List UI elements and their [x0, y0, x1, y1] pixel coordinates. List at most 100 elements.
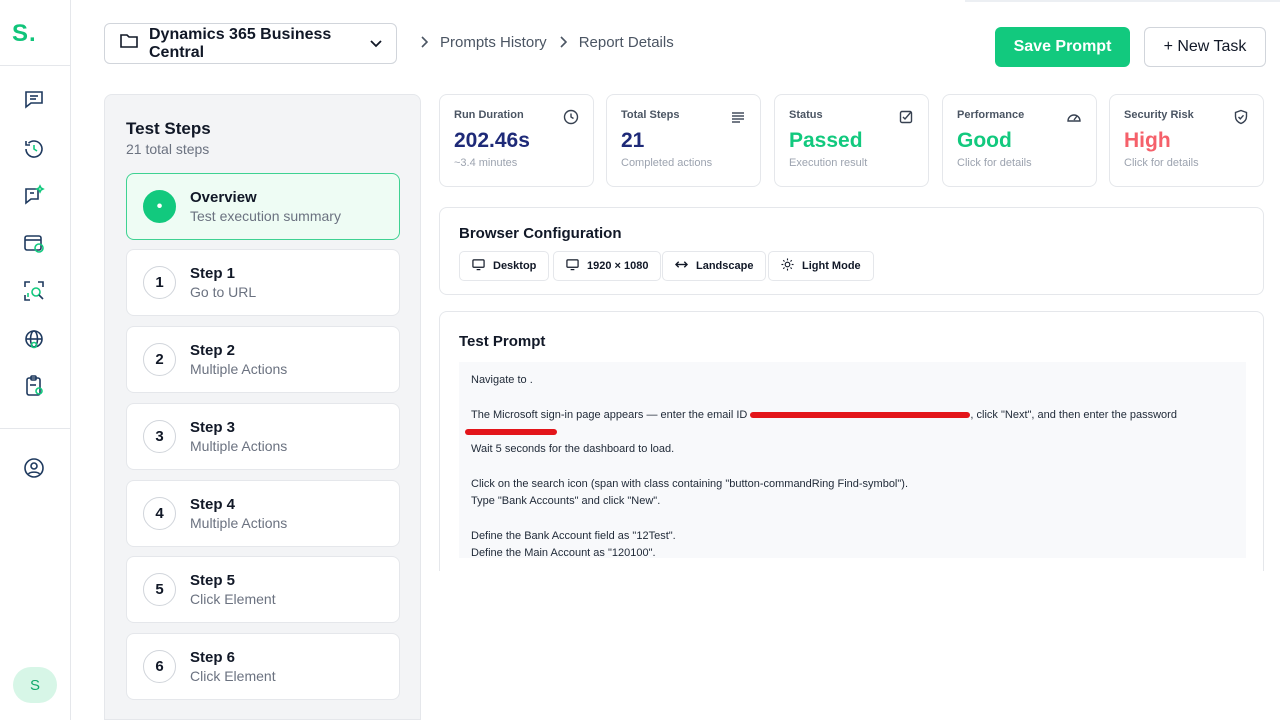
- metric-label: Total Steps: [621, 109, 680, 121]
- list-icon: [730, 109, 746, 125]
- metric-value: Passed: [789, 129, 863, 152]
- step-label: Step 6: [190, 648, 236, 666]
- step-desc: Test execution summary: [190, 207, 341, 224]
- clock-icon: [563, 109, 579, 125]
- browser-configuration-card: Browser Configuration Desktop 1920 × 108…: [439, 207, 1264, 295]
- check-square-icon: [898, 109, 914, 125]
- metric-sub: Click for details: [957, 157, 1032, 169]
- step-desc: Multiple Actions: [190, 360, 288, 377]
- metric-sub: ~3.4 minutes: [454, 157, 518, 169]
- breadcrumb-prompts-history[interactable]: Prompts History: [440, 34, 547, 51]
- schedule-icon[interactable]: [22, 231, 46, 255]
- step-label: Step 5: [190, 571, 236, 589]
- project-dropdown[interactable]: Dynamics 365 Business Central: [104, 23, 397, 64]
- step-number: 4: [143, 497, 176, 530]
- step-label: Step 4: [190, 495, 236, 513]
- project-name: Dynamics 365 Business Central: [149, 25, 332, 61]
- chevron-right-icon: [420, 35, 429, 51]
- clipboard-icon[interactable]: [22, 374, 46, 398]
- user-profile-icon[interactable]: [22, 456, 46, 480]
- chip-desktop: Desktop: [459, 251, 550, 281]
- step-item[interactable]: 6 Step 6 Click Element: [126, 633, 400, 700]
- test-prompt-card: Test Prompt Navigate to . The Microsoft …: [439, 311, 1264, 571]
- test-prompt-title: Test Prompt: [459, 333, 546, 350]
- chip-label: 1920 × 1080: [587, 260, 649, 272]
- chevron-right-icon: [559, 35, 567, 51]
- prompt-line: Wait 5 seconds for the dashboard to load…: [471, 443, 675, 456]
- metric-value: 21: [621, 129, 645, 152]
- rail-divider: [0, 65, 71, 66]
- step-item[interactable]: 1 Step 1 Go to URL: [126, 249, 400, 316]
- sun-icon: [781, 258, 794, 274]
- step-label: Overview: [190, 188, 257, 206]
- chip-label: Desktop: [493, 260, 537, 272]
- chip-label: Light Mode: [802, 260, 861, 272]
- step-label: Step 1: [190, 264, 236, 282]
- step-number: 5: [143, 573, 176, 606]
- metric-label: Performance: [957, 109, 1025, 121]
- metric-value: High: [1124, 129, 1171, 152]
- metric-sub: Completed actions: [621, 157, 713, 169]
- step-label: Step 3: [190, 418, 236, 436]
- prompt-line: Type "Bank Accounts" and click "New".: [471, 495, 661, 508]
- metric-value: 202.46s: [454, 129, 530, 152]
- chip-theme: Light Mode: [768, 251, 874, 281]
- step-desc: Multiple Actions: [190, 514, 288, 531]
- prompt-line: Define the Bank Account field as "12Test…: [471, 529, 676, 542]
- chip-resolution: 1920 × 1080: [553, 251, 662, 281]
- step-label: Step 2: [190, 341, 236, 359]
- step-overview[interactable]: • Overview Test execution summary: [126, 173, 400, 240]
- step-item[interactable]: 4 Step 4 Multiple Actions: [126, 480, 400, 547]
- step-number: 1: [143, 266, 176, 299]
- step-item[interactable]: 5 Step 5 Click Element: [126, 556, 400, 623]
- metric-security-risk[interactable]: Security Risk High Click for details: [1109, 94, 1264, 187]
- step-desc: Go to URL: [190, 283, 257, 300]
- prompt-line: The Microsoft sign-in page appears — ent…: [471, 408, 1177, 421]
- metric-performance[interactable]: Performance Good Click for details: [942, 94, 1097, 187]
- globe-icon[interactable]: [22, 327, 46, 351]
- history-icon[interactable]: [22, 137, 46, 161]
- monitor-icon: [566, 258, 579, 274]
- metric-run-duration: Run Duration 202.46s ~3.4 minutes: [439, 94, 594, 187]
- prompt-line: Navigate to .: [471, 374, 533, 386]
- chip-orientation: Landscape: [662, 251, 767, 281]
- prompt-line: Click on the search icon (span with clas…: [471, 477, 909, 490]
- test-steps-panel: Test Steps 21 total steps • Overview Tes…: [104, 94, 421, 720]
- left-rail: S. S: [0, 0, 71, 720]
- chip-label: Landscape: [696, 260, 754, 272]
- step-desc: Click Element: [190, 667, 276, 684]
- chat-icon[interactable]: [22, 87, 46, 111]
- step-number: 2: [143, 343, 176, 376]
- analytics-search-icon[interactable]: [22, 279, 46, 303]
- step-item[interactable]: 2 Step 2 Multiple Actions: [126, 326, 400, 393]
- save-prompt-button[interactable]: Save Prompt: [995, 27, 1130, 67]
- monitor-icon: [472, 258, 485, 274]
- app-logo[interactable]: S.: [12, 20, 37, 48]
- metric-sub: Execution result: [789, 157, 868, 169]
- metric-sub: Click for details: [1124, 157, 1199, 169]
- step-item[interactable]: 3 Step 3 Multiple Actions: [126, 403, 400, 470]
- prompt-text: Navigate to . The Microsoft sign-in page…: [459, 362, 1246, 558]
- steps-count: 21 total steps: [126, 141, 210, 157]
- shield-check-icon: [1233, 109, 1249, 125]
- browser-config-title: Browser Configuration: [459, 225, 622, 242]
- arrows-horizontal-icon: [674, 258, 689, 274]
- breadcrumb: Prompts History Report Details: [420, 34, 674, 51]
- step-dot-icon: •: [143, 190, 176, 223]
- ai-chat-icon[interactable]: [22, 183, 46, 207]
- metric-value: Good: [957, 129, 1012, 152]
- chevron-down-icon: [370, 35, 382, 53]
- metric-label: Security Risk: [1124, 109, 1194, 121]
- redaction-mark: [465, 428, 557, 435]
- redaction-mark: [750, 411, 971, 418]
- metric-label: Status: [789, 109, 823, 121]
- step-desc: Click Element: [190, 590, 276, 607]
- metric-label: Run Duration: [454, 109, 524, 121]
- user-avatar[interactable]: S: [13, 667, 57, 703]
- gauge-icon: [1066, 109, 1082, 125]
- new-task-button[interactable]: + New Task: [1144, 27, 1266, 67]
- top-divider: [965, 0, 1280, 2]
- steps-title: Test Steps: [126, 119, 211, 138]
- breadcrumb-report-details: Report Details: [578, 34, 674, 51]
- step-number: 6: [143, 650, 176, 683]
